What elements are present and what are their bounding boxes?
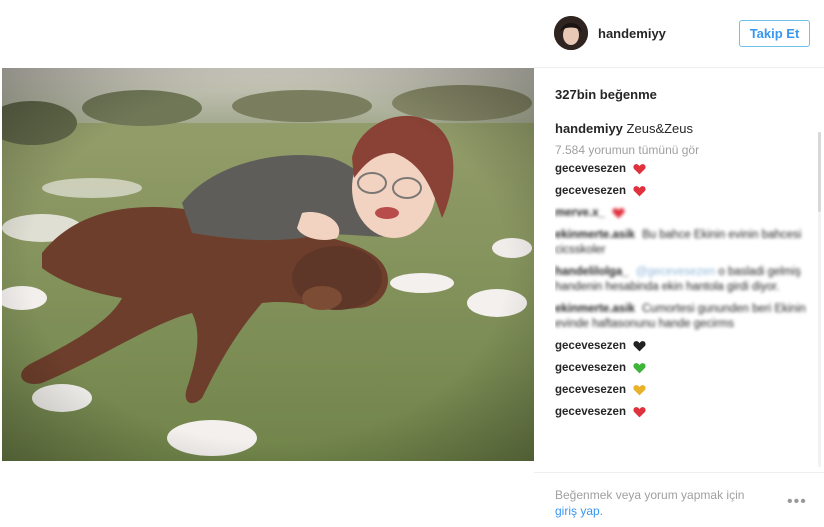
heart-emoji-icon bbox=[633, 341, 646, 352]
avatar-image bbox=[554, 16, 588, 50]
comment-username[interactable]: handelilolga_ bbox=[555, 266, 629, 278]
comments-scrollbar[interactable] bbox=[818, 132, 821, 467]
comment-username[interactable]: gecevesezen bbox=[555, 384, 626, 396]
heart-emoji-icon bbox=[633, 164, 646, 175]
comment-item: merve.x_ bbox=[555, 206, 810, 221]
comment-item: ekinmerte.asik Cumortesi gununden beri E… bbox=[555, 302, 810, 332]
likes-count[interactable]: 327bin beğenme bbox=[555, 87, 657, 102]
post-header: handemiyy Takip Et bbox=[534, 0, 824, 68]
caption-text: Zeus&Zeus bbox=[626, 121, 694, 136]
comment-item: gecevesezen bbox=[555, 383, 810, 398]
heart-emoji-icon bbox=[633, 186, 646, 197]
heart-emoji-icon bbox=[633, 385, 646, 396]
comment-item: handelilolga_ @gecevesezen o basladi gel… bbox=[555, 265, 810, 295]
comment-username[interactable]: gecevesezen bbox=[555, 406, 626, 418]
comment-username[interactable]: gecevesezen bbox=[555, 340, 626, 352]
comment-item: gecevesezen bbox=[555, 361, 810, 376]
follow-button[interactable]: Takip Et bbox=[739, 20, 810, 47]
post-footer: Beğenmek veya yorum yapmak için giriş ya… bbox=[534, 472, 824, 527]
comments-list: gecevesezen gecevesezen merve.x_ ekinmer… bbox=[555, 162, 810, 472]
comment-item: gecevesezen bbox=[555, 184, 810, 199]
login-prompt: Beğenmek veya yorum yapmak için giriş ya… bbox=[555, 487, 775, 519]
post-username[interactable]: handemiyy bbox=[598, 26, 666, 41]
avatar[interactable] bbox=[554, 16, 588, 50]
dog-and-woman-photo bbox=[2, 68, 534, 461]
comment-item: ekinmerte.asik Bu bahce Ekinin evinin ba… bbox=[555, 228, 810, 258]
comment-username[interactable]: ekinmerte.asik bbox=[555, 303, 635, 315]
comment-username[interactable]: merve.x_ bbox=[555, 207, 605, 219]
comment-item: gecevesezen bbox=[555, 162, 810, 177]
heart-emoji-icon bbox=[612, 208, 625, 219]
comment-username[interactable]: gecevesezen bbox=[555, 362, 626, 374]
comment-username[interactable]: gecevesezen bbox=[555, 185, 626, 197]
comment-mention[interactable]: @gecevesezen bbox=[636, 266, 715, 278]
comment-item: gecevesezen bbox=[555, 339, 810, 354]
post-sidebar: handemiyy Takip Et 327bin beğenme handem… bbox=[534, 0, 824, 527]
post-photo bbox=[2, 68, 534, 461]
view-all-comments-link[interactable]: 7.584 yorumun tümünü gör bbox=[555, 143, 699, 157]
heart-emoji-icon bbox=[633, 407, 646, 418]
comment-username[interactable]: gecevesezen bbox=[555, 163, 626, 175]
login-prompt-text: Beğenmek veya yorum yapmak için bbox=[555, 488, 745, 502]
more-options-icon[interactable]: ••• bbox=[787, 493, 807, 511]
scrollbar-thumb[interactable] bbox=[818, 132, 821, 212]
heart-emoji-icon bbox=[633, 363, 646, 374]
login-link[interactable]: giriş yap. bbox=[555, 504, 603, 518]
comment-username[interactable]: ekinmerte.asik bbox=[555, 229, 635, 241]
caption-username[interactable]: handemiyy bbox=[555, 121, 623, 136]
comment-item: gecevesezen bbox=[555, 405, 810, 420]
post-caption: handemiyy Zeus&Zeus bbox=[555, 121, 693, 136]
